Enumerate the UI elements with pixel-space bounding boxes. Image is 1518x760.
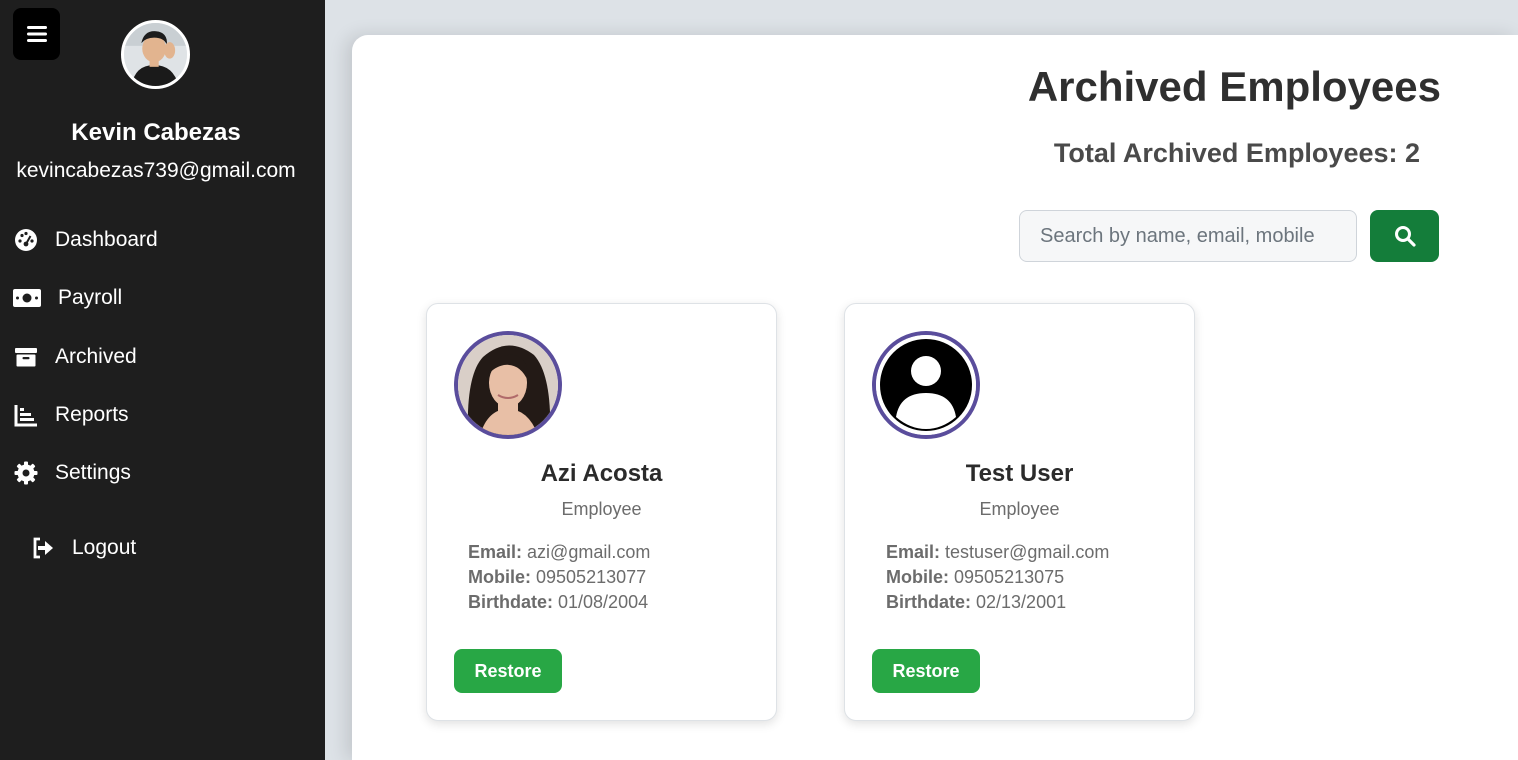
employee-birthdate-row: Birthdate: 01/08/2004 xyxy=(468,590,650,615)
employee-avatar xyxy=(872,331,980,439)
total-archived-count: Total Archived Employees: 2 xyxy=(1053,138,1420,168)
employee-name: Test User xyxy=(965,460,1074,487)
dashboard-icon xyxy=(13,227,39,253)
employee-photo xyxy=(458,335,558,435)
employee-email-row: Email: testuser@gmail.com xyxy=(886,540,1109,565)
sidebar-item-label: Reports xyxy=(55,403,129,426)
sidebar-item-reports[interactable]: Reports xyxy=(13,398,129,432)
logout-button[interactable]: Logout xyxy=(30,531,136,565)
sidebar-item-label: Payroll xyxy=(58,286,123,309)
sidebar-item-archived[interactable]: Archived xyxy=(13,340,137,374)
logout-icon xyxy=(30,535,56,561)
employee-mobile: 09505213077 xyxy=(536,567,647,587)
employee-birthdate: 01/08/2004 xyxy=(558,592,649,612)
default-user-icon xyxy=(876,335,976,435)
sidebar-item-payroll[interactable]: Payroll xyxy=(13,281,122,315)
employee-mobile: 09505213075 xyxy=(954,567,1065,587)
chart-icon xyxy=(13,402,39,428)
employee-details: Email: azi@gmail.com Mobile: 09505213077… xyxy=(468,540,650,615)
employee-card: Azi Acosta Employee Email: azi@gmail.com… xyxy=(426,303,777,721)
email-label: Email: xyxy=(468,542,523,562)
profile-email: kevincabezas739@gmail.com xyxy=(16,159,296,182)
employee-email: azi@gmail.com xyxy=(527,542,651,562)
employee-birthdate: 02/13/2001 xyxy=(976,592,1067,612)
employee-mobile-row: Mobile: 09505213075 xyxy=(886,565,1109,590)
search-icon xyxy=(1394,226,1416,247)
logout-label: Logout xyxy=(72,536,137,559)
sidebar-item-settings[interactable]: Settings xyxy=(13,456,131,490)
employee-avatar xyxy=(454,331,562,439)
archive-icon xyxy=(13,344,39,370)
sidebar-item-label: Dashboard xyxy=(55,228,158,251)
menu-toggle-button[interactable] xyxy=(13,8,60,60)
gear-icon xyxy=(13,460,39,486)
profile-name: Kevin Cabezas xyxy=(71,119,241,146)
money-icon xyxy=(13,285,41,311)
mobile-label: Mobile: xyxy=(886,567,949,587)
profile-avatar[interactable] xyxy=(121,20,190,89)
page-title: Archived Employees xyxy=(1027,63,1441,110)
birthdate-label: Birthdate: xyxy=(886,592,971,612)
employee-role: Employee xyxy=(979,499,1060,519)
employee-card: Test User Employee Email: testuser@gmail… xyxy=(844,303,1195,721)
search-button[interactable] xyxy=(1370,210,1439,262)
employee-role: Employee xyxy=(561,499,642,519)
sidebar: Kevin Cabezas kevincabezas739@gmail.com … xyxy=(0,0,325,760)
employee-email: testuser@gmail.com xyxy=(945,542,1110,562)
app: Kevin Cabezas kevincabezas739@gmail.com … xyxy=(0,0,1518,760)
employee-email-row: Email: azi@gmail.com xyxy=(468,540,650,565)
search-input[interactable] xyxy=(1019,210,1357,262)
email-label: Email: xyxy=(886,542,941,562)
employee-birthdate-row: Birthdate: 02/13/2001 xyxy=(886,590,1109,615)
mobile-label: Mobile: xyxy=(468,567,531,587)
sidebar-item-dashboard[interactable]: Dashboard xyxy=(13,223,158,257)
employee-details: Email: testuser@gmail.com Mobile: 095052… xyxy=(886,540,1109,615)
sidebar-item-label: Archived xyxy=(55,345,137,368)
restore-button[interactable]: Restore xyxy=(872,649,980,693)
main-panel: Archived Employees Total Archived Employ… xyxy=(352,35,1518,760)
employee-mobile-row: Mobile: 09505213077 xyxy=(468,565,650,590)
employee-name: Azi Acosta xyxy=(540,460,663,487)
hamburger-icon xyxy=(26,26,47,42)
restore-button[interactable]: Restore xyxy=(454,649,562,693)
sidebar-item-label: Settings xyxy=(55,461,131,484)
profile-photo xyxy=(124,23,187,86)
birthdate-label: Birthdate: xyxy=(468,592,553,612)
